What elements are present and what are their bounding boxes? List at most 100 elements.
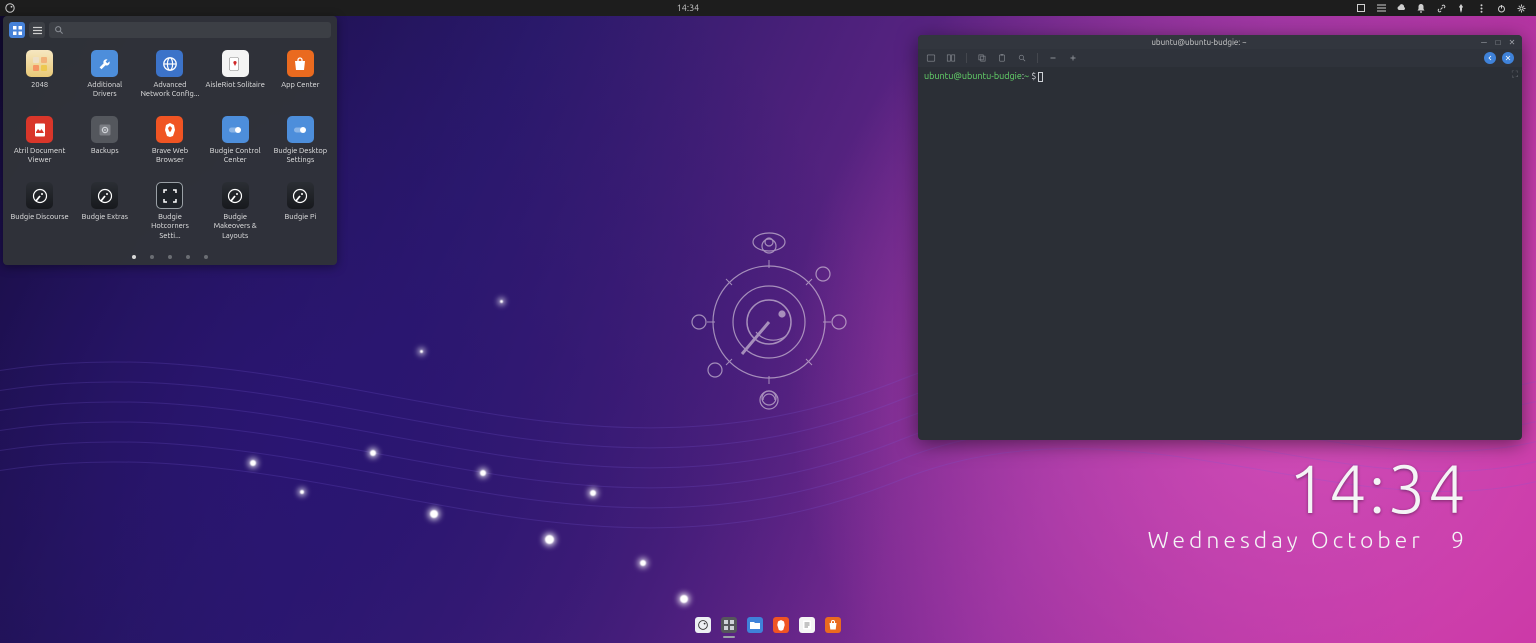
dock-brave[interactable]: [772, 616, 790, 634]
left-icon[interactable]: [1484, 52, 1496, 64]
prompt-host: ubuntu-budgie: [962, 71, 1022, 81]
app-label: Budgie Discourse: [11, 213, 69, 222]
clock-time: 14:34: [1148, 454, 1468, 522]
panel-clock[interactable]: 14:34: [20, 3, 1356, 13]
app-label: App Center: [281, 81, 319, 90]
terminal-cursor: [1038, 72, 1043, 82]
app-backups[interactable]: Backups: [72, 114, 137, 180]
power-icon[interactable]: [1496, 3, 1506, 13]
minimize-button[interactable]: ─: [1480, 38, 1488, 46]
terminal-window: ubuntu@ubuntu-budgie: ~ ─ □ ✕ ⛶ ubuntu@u…: [918, 35, 1522, 440]
app-label: Budgie Makeovers & Layouts: [205, 213, 265, 241]
budgie-icon: [222, 182, 249, 209]
app-label: Backups: [91, 147, 119, 156]
app-budgie-extras[interactable]: Budgie Extras: [72, 180, 137, 246]
app-label: Budgie Desktop Settings: [270, 147, 330, 166]
terminal-toolbar: [918, 49, 1522, 67]
app-label: Budgie Pi: [285, 213, 317, 222]
terminal-body[interactable]: ⛶ ubuntu@ubuntu-budgie:~ $: [918, 67, 1522, 440]
search-icon: [55, 26, 63, 34]
app-search[interactable]: [49, 22, 331, 38]
pager-dot-2[interactable]: [150, 255, 154, 259]
desktop-clock: 14:34 Wednesday October 9: [1148, 454, 1468, 553]
wrench-icon: [91, 50, 118, 77]
gear-icon[interactable]: [1516, 3, 1526, 13]
zoom-in-icon[interactable]: [1068, 53, 1078, 63]
app-budgie-makeovers-layouts[interactable]: Budgie Makeovers & Layouts: [203, 180, 268, 246]
app-additional-drivers[interactable]: Additional Drivers: [72, 48, 137, 114]
prompt-user: ubuntu: [924, 71, 953, 81]
brave-icon: [773, 617, 789, 633]
dock-file-manager[interactable]: [746, 616, 764, 634]
pager-dot-5[interactable]: [204, 255, 208, 259]
list-view-button[interactable]: [29, 22, 45, 38]
corners-icon: [156, 182, 183, 209]
app-budgie-discourse[interactable]: Budgie Discourse: [7, 180, 72, 246]
clock-weekday: Wednesday: [1148, 528, 1302, 553]
app-label: Budgie Extras: [82, 213, 128, 222]
fullscreen-icon[interactable]: ⛶: [1512, 69, 1518, 80]
menu-icon: [695, 617, 711, 633]
grid-view-button[interactable]: [9, 22, 25, 38]
text-editor-icon: [799, 617, 815, 633]
toggle-icon: [287, 116, 314, 143]
paste-icon[interactable]: [997, 53, 1007, 63]
app-label: Additional Drivers: [75, 81, 135, 100]
terminal-titlebar[interactable]: ubuntu@ubuntu-budgie: ~ ─ □ ✕: [918, 35, 1522, 49]
app-label: Budgie Hotcorners Setti...: [140, 213, 200, 241]
app-label: Brave Web Browser: [140, 147, 200, 166]
app-label: Atril Document Viewer: [10, 147, 70, 166]
app-label: Advanced Network Config...: [140, 81, 200, 100]
cloud-icon[interactable]: [1396, 3, 1406, 13]
search-icon[interactable]: [1017, 53, 1027, 63]
pager-dot-1[interactable]: [132, 255, 136, 259]
toggle-icon: [222, 116, 249, 143]
top-panel: 14:34: [0, 0, 1536, 16]
app-label: Budgie Control Center: [205, 147, 265, 166]
dock-software[interactable]: [824, 616, 842, 634]
app-advanced-network-config[interactable]: Advanced Network Config...: [137, 48, 202, 114]
app-aisleriot-solitaire[interactable]: AisleRiot Solitaire: [203, 48, 268, 114]
copy-icon[interactable]: [977, 53, 987, 63]
zoom-out-icon[interactable]: [1048, 53, 1058, 63]
dock-menu[interactable]: [694, 616, 712, 634]
app-atril-document-viewer[interactable]: Atril Document Viewer: [7, 114, 72, 180]
2048-icon: [26, 50, 53, 77]
network-icon: [156, 50, 183, 77]
new-tab-icon[interactable]: [926, 53, 936, 63]
file-manager-icon: [747, 617, 763, 633]
close-button[interactable]: ✕: [1508, 38, 1516, 46]
maximize-button[interactable]: □: [1494, 38, 1502, 46]
close-icon[interactable]: [1502, 52, 1514, 64]
square-icon[interactable]: [1356, 3, 1366, 13]
pager-dot-4[interactable]: [186, 255, 190, 259]
menu-icon[interactable]: [1376, 3, 1386, 13]
app-app-center[interactable]: App Center: [268, 48, 333, 114]
terminal-title: ubuntu@ubuntu-budgie: ~: [918, 38, 1480, 47]
clock-day: 9: [1451, 528, 1468, 553]
budgie-icon: [91, 182, 118, 209]
brave-icon: [156, 116, 183, 143]
bell-icon[interactable]: [1416, 3, 1426, 13]
budgie-menu-icon[interactable]: [5, 3, 15, 13]
app-2048[interactable]: 2048: [7, 48, 72, 114]
app-search-input[interactable]: [67, 26, 325, 35]
link-icon[interactable]: [1436, 3, 1446, 13]
app-budgie-hotcorners-setti[interactable]: Budgie Hotcorners Setti...: [137, 180, 202, 246]
app-brave-web-browser[interactable]: Brave Web Browser: [137, 114, 202, 180]
app-label: AisleRiot Solitaire: [206, 81, 265, 90]
dock-files[interactable]: [720, 616, 738, 634]
dock-text-editor[interactable]: [798, 616, 816, 634]
app-budgie-desktop-settings[interactable]: Budgie Desktop Settings: [268, 114, 333, 180]
pager-dot-3[interactable]: [168, 255, 172, 259]
prompt-symbol: $: [1031, 71, 1036, 81]
dots-icon[interactable]: [1476, 3, 1486, 13]
cards-icon: [222, 50, 249, 77]
split-icon[interactable]: [946, 53, 956, 63]
clock-date: Wednesday October 9: [1148, 528, 1468, 553]
pin-icon[interactable]: [1456, 3, 1466, 13]
files-icon: [721, 617, 737, 633]
pdf-icon: [26, 116, 53, 143]
app-budgie-pi[interactable]: Budgie Pi: [268, 180, 333, 246]
app-budgie-control-center[interactable]: Budgie Control Center: [203, 114, 268, 180]
